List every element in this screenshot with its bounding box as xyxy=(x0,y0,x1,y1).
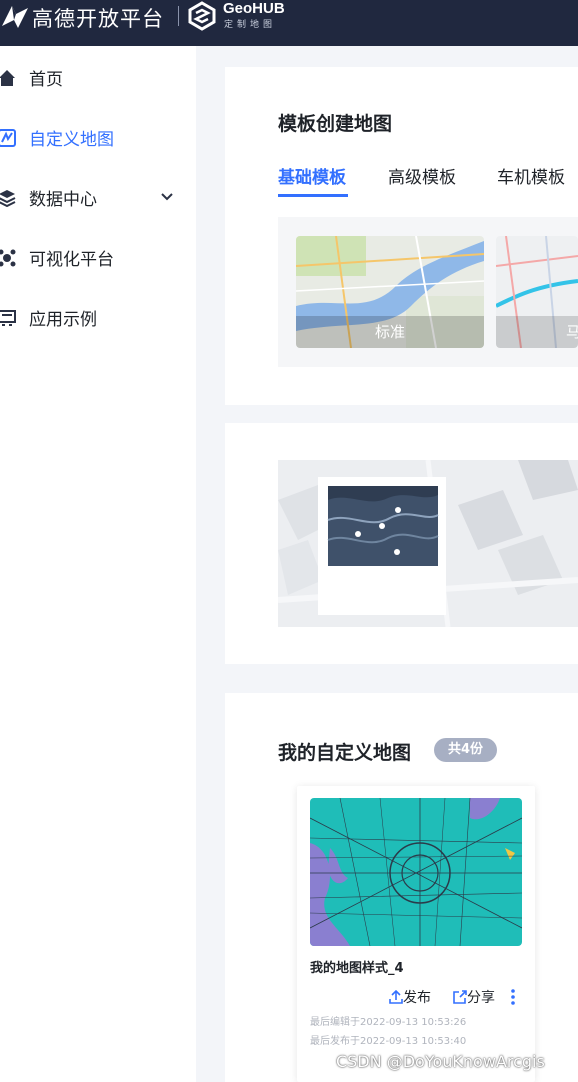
tab-underline xyxy=(278,194,348,197)
count-badge: 共4份 xyxy=(434,738,498,762)
share-button[interactable]: 分享 xyxy=(453,987,495,1007)
promo-banner[interactable] xyxy=(278,460,578,627)
sidebar-item-visual-platform[interactable]: 可视化平台 xyxy=(0,232,196,282)
top-bar: 高德开放平台 GeoHUB 定制地图 xyxy=(0,0,578,46)
upload-icon xyxy=(389,989,403,1004)
more-options-icon[interactable] xyxy=(510,989,516,1005)
sidebar-item-custom-map[interactable]: 自定义地图 xyxy=(0,112,196,162)
section-title: 我的自定义地图 xyxy=(278,742,412,764)
geohub-logo-icon[interactable] xyxy=(187,1,217,31)
sidebar-item-label: 自定义地图 xyxy=(29,130,114,150)
sidebar-item-label: 可视化平台 xyxy=(29,250,114,270)
sidebar-item-data-center[interactable]: 数据中心 xyxy=(0,172,196,222)
map-style-thumbnail xyxy=(310,798,522,946)
map-style-card[interactable]: 我的地图样式_4 发布 分享 最后编辑于2022-09-13 10:53:26 … xyxy=(297,786,535,1082)
sidebar: 首页 自定义地图 数据中心 可视化平台 应用示例 xyxy=(0,46,196,1082)
last-edited-time: 最后编辑于2022-09-13 10:53:26 xyxy=(310,1017,467,1028)
watermark: CSDN @DoYouKnowArcgis xyxy=(336,1052,545,1071)
publish-label: 发布 xyxy=(403,990,431,1006)
banner-section xyxy=(225,423,578,664)
amap-logo-icon[interactable] xyxy=(0,4,30,30)
template-label: 标准 xyxy=(374,323,405,341)
visual-platform-icon xyxy=(0,249,16,267)
brand-divider xyxy=(178,6,179,26)
tab-car-templates[interactable]: 车机模板 xyxy=(497,163,565,188)
tab-advanced-templates[interactable]: 高级模板 xyxy=(388,163,456,188)
banner-illustration xyxy=(278,460,578,627)
template-section: 模板创建地图 基础模板 高级模板 车机模板 标准 马 xyxy=(225,67,578,405)
chevron-down-icon[interactable] xyxy=(160,190,174,204)
last-published-time: 最后发布于2022-09-13 10:53:40 xyxy=(310,1036,467,1047)
brand-name[interactable]: 高德开放平台 xyxy=(32,3,164,33)
map-style-name[interactable]: 我的地图样式_4 xyxy=(310,957,404,976)
app-example-icon xyxy=(0,310,16,326)
sidebar-item-home[interactable]: 首页 xyxy=(0,52,196,102)
template-card-second[interactable]: 马 xyxy=(496,236,578,348)
sidebar-item-label: 首页 xyxy=(29,70,63,90)
sidebar-item-label: 应用示例 xyxy=(29,310,97,330)
template-card-standard[interactable]: 标准 xyxy=(296,236,484,348)
custom-map-icon xyxy=(0,129,16,147)
my-maps-section: 我的自定义地图 共4份 我的地图样式_4 发布 分享 最后编辑于2022-09-… xyxy=(225,693,578,1082)
share-icon xyxy=(453,990,467,1004)
publish-button[interactable]: 发布 xyxy=(389,987,431,1007)
home-icon xyxy=(0,70,15,86)
sidebar-item-label: 数据中心 xyxy=(29,190,97,210)
tab-basic-templates[interactable]: 基础模板 xyxy=(278,163,346,188)
geohub-title: GeoHUB xyxy=(223,0,285,17)
geohub-subtitle: 定制地图 xyxy=(224,20,277,30)
section-title: 模板创建地图 xyxy=(278,113,393,135)
share-label: 分享 xyxy=(467,990,495,1006)
sidebar-item-app-examples[interactable]: 应用示例 xyxy=(0,292,196,342)
template-label: 马 xyxy=(566,323,578,341)
map-style-preview[interactable] xyxy=(310,798,522,946)
layers-icon xyxy=(0,190,16,207)
template-list: 标准 马 xyxy=(278,217,578,367)
